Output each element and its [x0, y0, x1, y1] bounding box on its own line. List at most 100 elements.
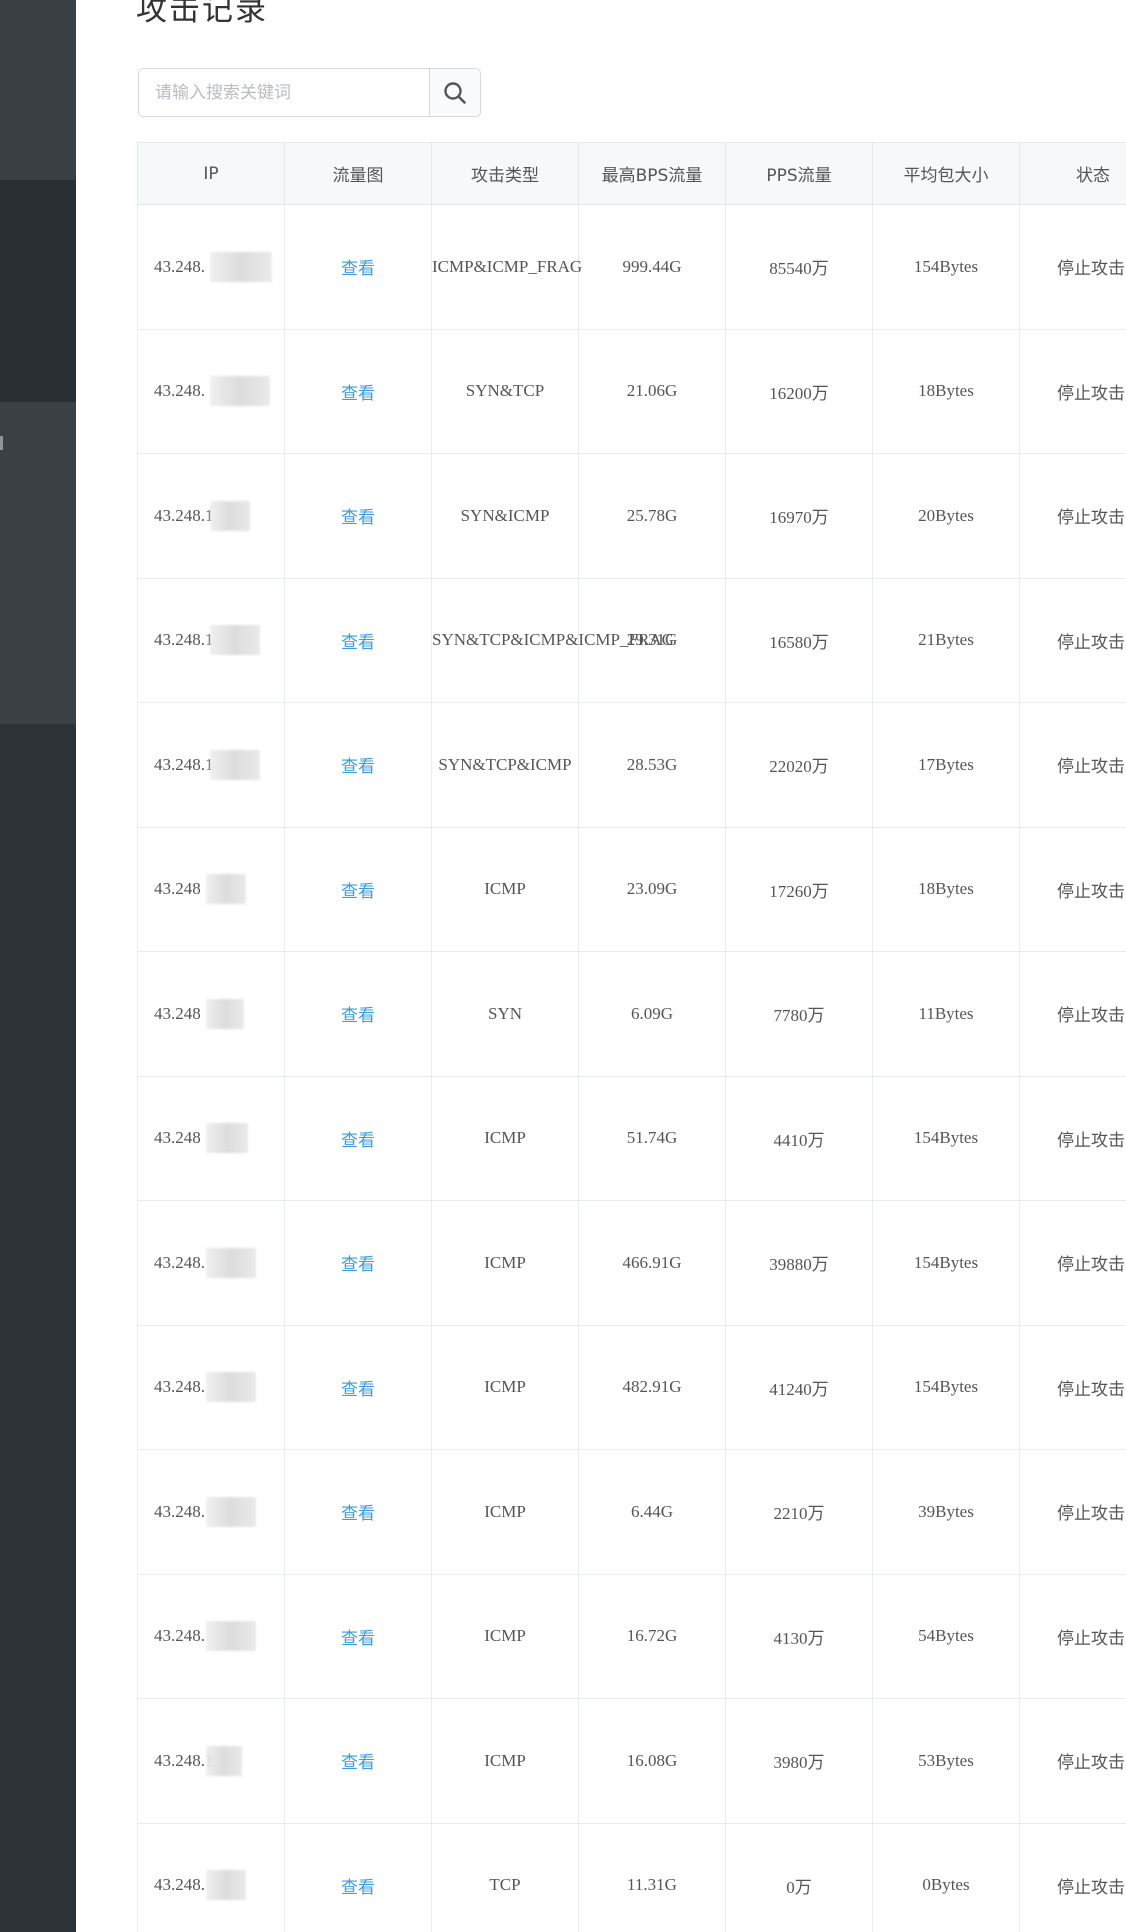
cell-status: 停止攻击	[1019, 1449, 1126, 1575]
column-header-traffic-chart[interactable]: 流量图	[284, 142, 432, 205]
view-link[interactable]: 查看	[341, 1878, 375, 1898]
view-link[interactable]: 查看	[341, 508, 375, 528]
cell-attack-type: ICMP	[431, 1698, 579, 1824]
cell-traffic-chart: 查看	[284, 204, 432, 330]
view-link[interactable]: 查看	[341, 1629, 375, 1649]
search-button[interactable]	[430, 68, 481, 117]
table-row: 43.248. 查看 ICMP&ICMP_FRAG 999.44G 85540万 154B…	[137, 204, 1126, 330]
cell-max-bps: 16.08G	[578, 1698, 726, 1824]
cell-max-bps: 466.91G	[578, 1200, 726, 1326]
cell-ip: 43.248.1	[137, 1698, 285, 1824]
cell-traffic-chart: 查看	[284, 1324, 432, 1450]
view-link[interactable]: 查看	[341, 1255, 375, 1275]
cell-status: 停止攻击	[1019, 1075, 1126, 1201]
redacted-blur	[206, 1745, 242, 1776]
table-row: 43.248 查看 ICMP 51.74G 4410万 154Bytes 停止攻击	[137, 1075, 1126, 1201]
ip-text: 43.248.	[154, 1626, 205, 1646]
attack-records-table-wrap: IP 流量图 攻击类型 最高BPS流量 PPS流量 平均包大小 状态 43.24…	[137, 142, 1126, 1932]
column-header-ip[interactable]: IP	[137, 142, 285, 205]
attack-type-text: SYN&TCP	[465, 381, 545, 401]
search-input[interactable]	[138, 68, 430, 117]
cell-status: 停止攻击	[1019, 1200, 1126, 1326]
sidebar-section[interactable]	[0, 0, 76, 180]
ip-text: 43.248.	[154, 381, 205, 401]
redacted-blur	[210, 749, 260, 780]
table-row: 43.248 查看 SYN 6.09G 7780万 11Bytes 停止攻击	[137, 951, 1126, 1077]
view-link[interactable]: 查看	[341, 1131, 375, 1151]
cell-attack-type: ICMP	[431, 826, 579, 952]
cell-avg-packet-size: 0Bytes	[872, 1822, 1020, 1932]
column-header-status[interactable]: 状态	[1019, 142, 1126, 205]
cell-attack-type: SYN&TCP	[431, 328, 579, 454]
cell-pps: 17260万	[725, 826, 873, 952]
table-header-row: IP 流量图 攻击类型 最高BPS流量 PPS流量 平均包大小 状态	[137, 142, 1126, 205]
cell-ip: 43.248	[137, 826, 285, 952]
attack-type-text: ICMP	[484, 1750, 526, 1770]
view-link[interactable]: 查看	[341, 1753, 375, 1773]
main-content: 攻击记录 IP 流量图 攻击类型	[76, 0, 1126, 1932]
table-body: 43.248. 查看 ICMP&ICMP_FRAG 999.44G 85540万 154B…	[137, 204, 1126, 1932]
cell-ip: 43.248	[137, 951, 285, 1077]
ip-text: 43.248	[154, 879, 201, 899]
table-row: 43.248. 查看 ICMP 6.44G 2210万 39Bytes 停止攻击	[137, 1449, 1126, 1575]
column-header-attack-type[interactable]: 攻击类型	[431, 142, 579, 205]
cell-ip: 43.248.	[137, 1449, 285, 1575]
cell-attack-type: ICMP	[431, 1573, 579, 1699]
cell-max-bps: 21.06G	[578, 328, 726, 454]
cell-max-bps: 11.31G	[578, 1822, 726, 1932]
cell-avg-packet-size: 54Bytes	[872, 1573, 1020, 1699]
cell-attack-type: SYN	[431, 951, 579, 1077]
cell-pps: 7780万	[725, 951, 873, 1077]
view-link[interactable]: 查看	[341, 259, 375, 279]
cell-pps: 3980万	[725, 1698, 873, 1824]
column-header-max-bps[interactable]: 最高BPS流量	[578, 142, 726, 205]
view-link[interactable]: 查看	[341, 882, 375, 902]
cell-pps: 16970万	[725, 453, 873, 579]
column-header-pps[interactable]: PPS流量	[725, 142, 873, 205]
cell-max-bps: 16.72G	[578, 1573, 726, 1699]
redacted-blur	[210, 376, 270, 407]
column-header-avg-packet-size[interactable]: 平均包大小	[872, 142, 1020, 205]
attack-type-text: ICMP	[484, 1128, 526, 1148]
cell-ip: 43.248.	[137, 1200, 285, 1326]
ip-text: 43.248.1	[154, 1750, 214, 1770]
redacted-blur	[210, 251, 272, 282]
cell-attack-type: ICMP	[431, 1200, 579, 1326]
ip-text: 43.248.	[154, 1501, 205, 1521]
view-link[interactable]: 查看	[341, 1006, 375, 1026]
cell-avg-packet-size: 154Bytes	[872, 1324, 1020, 1450]
cell-max-bps: 23.09G	[578, 826, 726, 952]
ip-text: 43.248.	[154, 1377, 205, 1397]
view-link[interactable]: 查看	[341, 633, 375, 653]
attack-type-text: TCP	[489, 1875, 521, 1895]
cell-status: 停止攻击	[1019, 1573, 1126, 1699]
cell-avg-packet-size: 11Bytes	[872, 951, 1020, 1077]
cell-status: 停止攻击	[1019, 328, 1126, 454]
view-link[interactable]: 查看	[341, 1380, 375, 1400]
cell-status: 停止攻击	[1019, 1822, 1126, 1932]
page-title: 攻击记录	[136, 0, 268, 28]
ip-text: 43.248	[154, 1003, 201, 1023]
attack-type-text: ICMP	[484, 879, 526, 899]
cell-max-bps: 6.44G	[578, 1449, 726, 1575]
sidebar-section-active[interactable]	[0, 402, 76, 724]
cell-ip: 43.248.1	[137, 453, 285, 579]
sidebar-section[interactable]	[0, 180, 76, 402]
attack-type-text: ICMP	[484, 1252, 526, 1272]
cell-pps: 16580万	[725, 577, 873, 703]
view-link[interactable]: 查看	[341, 1504, 375, 1524]
cell-ip: 43.248.	[137, 204, 285, 330]
view-link[interactable]: 查看	[341, 757, 375, 777]
attack-type-text: ICMP	[484, 1626, 526, 1646]
cell-attack-type: SYN&TCP&ICMP	[431, 702, 579, 828]
redacted-blur	[206, 1247, 256, 1278]
cell-avg-packet-size: 20Bytes	[872, 453, 1020, 579]
cell-traffic-chart: 查看	[284, 1449, 432, 1575]
view-link[interactable]: 查看	[341, 384, 375, 404]
attack-type-text: SYN&TCP&ICMP	[438, 754, 572, 774]
cell-status: 停止攻击	[1019, 702, 1126, 828]
attack-type-text: ICMP	[484, 1501, 526, 1521]
cell-attack-type: TCP	[431, 1822, 579, 1932]
cell-status: 停止攻击	[1019, 1324, 1126, 1450]
ip-text: 43.248.	[154, 1875, 205, 1895]
